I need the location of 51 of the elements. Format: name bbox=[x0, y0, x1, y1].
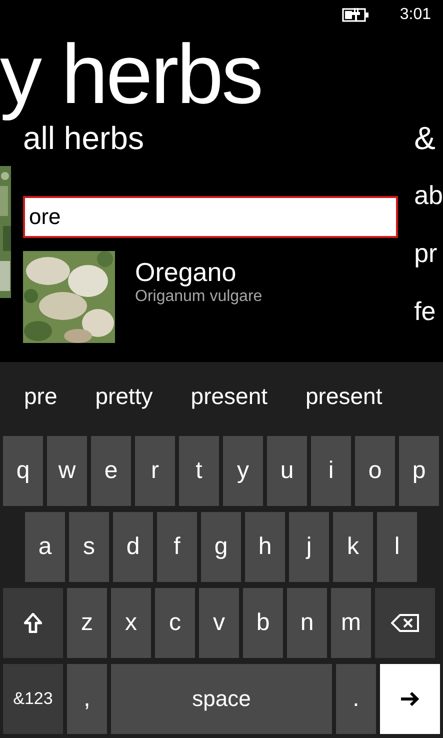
symbols-key[interactable]: &123 bbox=[3, 664, 63, 734]
keyboard-key[interactable]: a bbox=[25, 512, 65, 582]
search-field[interactable]: ore bbox=[23, 196, 398, 238]
keyboard-key[interactable]: d bbox=[113, 512, 153, 582]
keyboard-key[interactable]: i bbox=[311, 436, 351, 506]
word-suggestion[interactable]: pretty bbox=[95, 382, 153, 410]
clock-time: 3:01 bbox=[400, 6, 431, 24]
pivot-header[interactable]: & bbox=[414, 118, 436, 158]
keyboard-key[interactable]: h bbox=[245, 512, 285, 582]
list-item[interactable]: pr bbox=[414, 238, 438, 268]
space-key[interactable]: space bbox=[111, 664, 332, 734]
keyboard-key[interactable]: x bbox=[111, 588, 151, 658]
keyboard-key[interactable]: o bbox=[355, 436, 395, 506]
herb-latin-name: Origanum vulgare bbox=[135, 287, 262, 307]
app-title: y herbs bbox=[0, 30, 262, 118]
keyboard-key[interactable]: s bbox=[69, 512, 109, 582]
keyboard-key[interactable]: f bbox=[157, 512, 197, 582]
keyboard-key[interactable]: . bbox=[336, 664, 376, 734]
keyboard-key[interactable]: n bbox=[287, 588, 327, 658]
keyboard-key[interactable]: w bbox=[47, 436, 87, 506]
keyboard-key[interactable]: t bbox=[179, 436, 219, 506]
keyboard-key[interactable]: r bbox=[135, 436, 175, 506]
keyboard-key[interactable]: c bbox=[155, 588, 195, 658]
keyboard-key[interactable]: l bbox=[377, 512, 417, 582]
keyboard-key[interactable]: u bbox=[267, 436, 307, 506]
keyboard-key[interactable]: v bbox=[199, 588, 239, 658]
word-suggestion[interactable]: pre bbox=[24, 382, 58, 410]
pivot-header[interactable]: all herbs bbox=[23, 118, 398, 158]
list-item[interactable]: ab bbox=[414, 180, 443, 210]
battery-charging-icon bbox=[342, 8, 370, 22]
word-suggestion[interactable]: present bbox=[190, 382, 268, 410]
herb-name[interactable]: Oregano bbox=[135, 257, 262, 287]
keyboard-key[interactable]: z bbox=[67, 588, 107, 658]
enter-key[interactable] bbox=[380, 664, 440, 734]
keyboard-key[interactable]: p bbox=[399, 436, 439, 506]
enter-arrow-icon bbox=[400, 691, 420, 707]
keyboard-key[interactable]: j bbox=[289, 512, 329, 582]
keyboard-key[interactable]: e bbox=[91, 436, 131, 506]
keyboard-key[interactable]: q bbox=[3, 436, 43, 506]
list-item[interactable]: fe bbox=[414, 296, 436, 326]
keyboard-key[interactable]: m bbox=[331, 588, 371, 658]
keyboard-key[interactable]: g bbox=[201, 512, 241, 582]
word-suggestion[interactable]: present bbox=[306, 382, 382, 410]
keyboard-key[interactable]: b bbox=[243, 588, 283, 658]
backspace-icon bbox=[391, 614, 419, 632]
keyboard-key[interactable]: y bbox=[223, 436, 263, 506]
shift-arrow-icon bbox=[24, 613, 42, 633]
shift-key[interactable] bbox=[3, 588, 63, 658]
keyboard-key[interactable]: , bbox=[67, 664, 107, 734]
backspace-key[interactable] bbox=[375, 588, 435, 658]
keyboard-key[interactable]: k bbox=[333, 512, 373, 582]
